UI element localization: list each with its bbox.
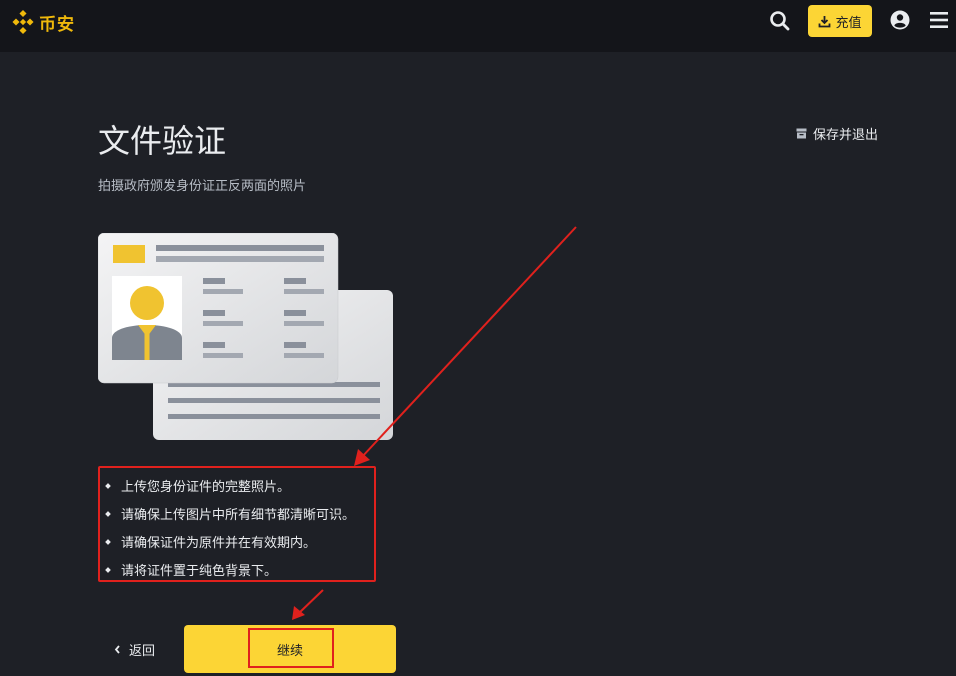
bullet-icon [105,482,111,489]
back-button[interactable]: 返回 [114,640,155,659]
top-navigation-bar: 币安 充值 [0,0,956,52]
bullet-icon [105,538,111,545]
menu-icon[interactable] [930,11,948,29]
deposit-label: 充值 [835,15,862,31]
brand-logo-link[interactable]: 币安 [10,9,75,35]
page-subtitle: 拍摄政府颁发身份证正反两面的照片 [98,179,307,194]
id-card-illustration [98,233,393,440]
continue-button[interactable]: 继续 [184,625,396,673]
back-label: 返回 [129,644,156,659]
save-and-exit-label: 保存并退出 [813,128,879,143]
deposit-button[interactable]: 充值 [808,5,872,37]
list-item: 请将证件置于纯色背景下。 [105,560,278,579]
tip-text: 请将证件置于纯色背景下。 [121,564,278,579]
id-card-front [98,233,339,384]
continue-label: 继续 [276,643,303,659]
list-item: 请确保证件为原件并在有效期内。 [105,532,317,551]
annotation-arrow-to-continue [292,589,324,620]
tip-text: 请确保证件为原件并在有效期内。 [121,536,317,551]
upload-requirements-list: 上传您身份证件的完整照片。 请确保上传图片中所有细节都清晰可识。 请确保证件为原… [98,466,376,582]
list-item: 上传您身份证件的完整照片。 [105,476,291,495]
archive-icon [796,128,807,139]
download-icon [819,15,831,27]
page-title: 文件验证 [98,122,227,160]
chevron-left-icon [114,645,120,654]
list-item: 请确保上传图片中所有细节都清晰可识。 [105,504,356,523]
tip-text: 请确保上传图片中所有细节都清晰可识。 [121,508,356,523]
bullet-icon [105,510,111,517]
search-icon[interactable] [769,10,791,32]
brand-name: 币安 [39,14,75,35]
binance-logo-icon [12,9,34,35]
bullet-icon [105,566,111,573]
user-icon[interactable] [890,10,910,30]
save-and-exit-button[interactable]: 保存并退出 [796,124,878,143]
tip-text: 上传您身份证件的完整照片。 [121,480,291,495]
